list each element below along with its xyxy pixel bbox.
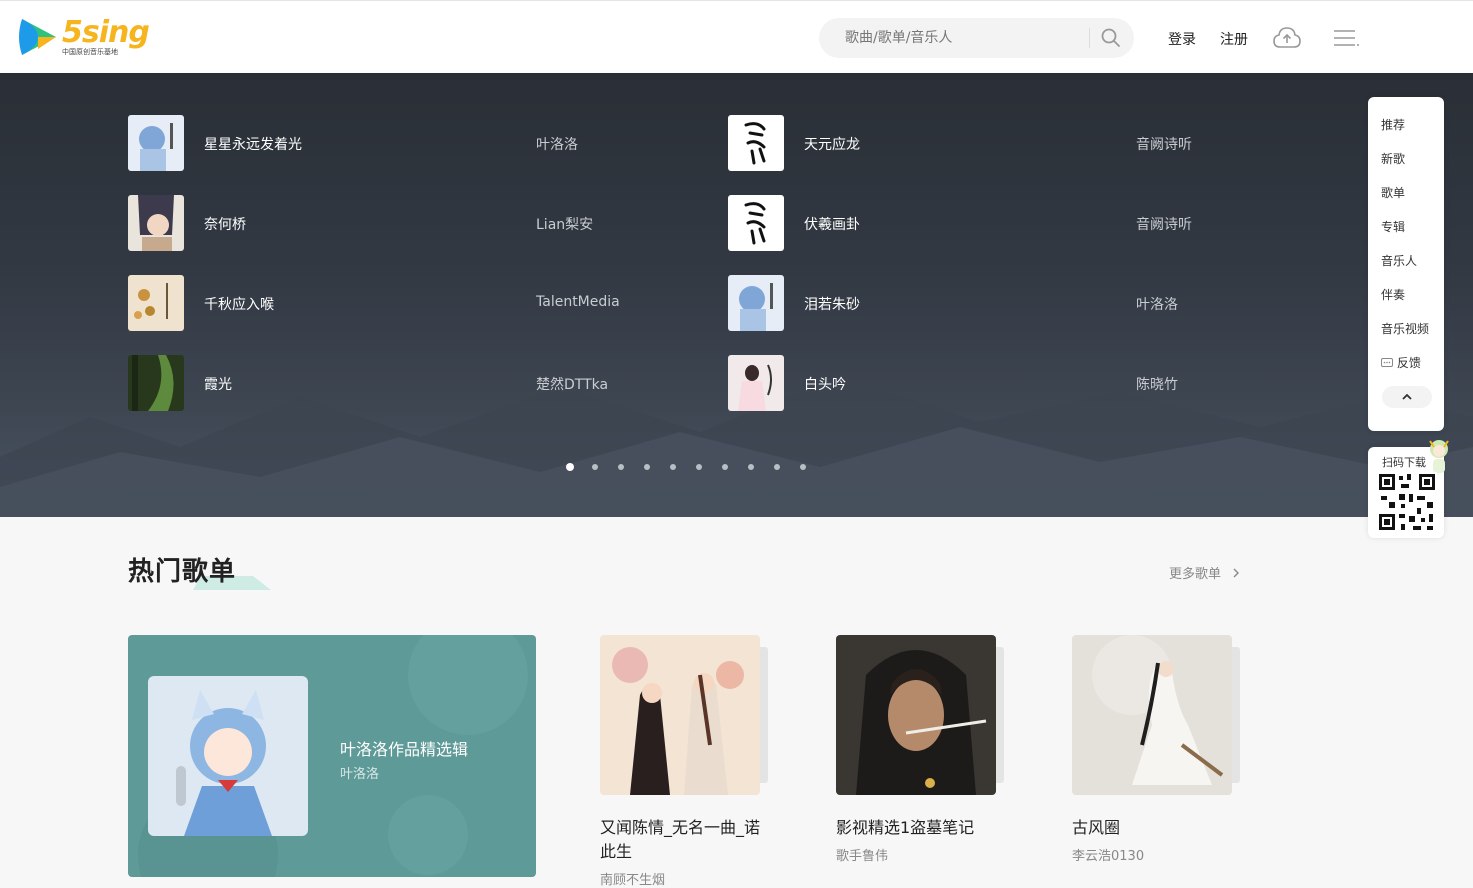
mascot-icon xyxy=(1429,440,1449,473)
playlist-title[interactable]: 影视精选1盗墓笔记 xyxy=(836,816,1006,840)
song-artist[interactable]: 楚然DTTka xyxy=(536,374,608,394)
song-row[interactable]: 泪若朱砂 叶洛洛 xyxy=(728,275,1288,331)
site-logo[interactable]: 5sing 中国原创音乐基地 xyxy=(16,15,150,61)
search-divider xyxy=(1089,28,1090,48)
upload-button[interactable] xyxy=(1272,25,1302,51)
chevron-up-icon xyxy=(1402,393,1412,400)
playlist-author[interactable]: 李云浩0130 xyxy=(1072,845,1144,864)
side-item-recommend[interactable]: 推荐 xyxy=(1381,116,1405,133)
cloud-upload-icon xyxy=(1273,27,1301,48)
playlist-title[interactable]: 又闻陈情_无名一曲_诺此生 xyxy=(600,816,770,864)
qr-download-panel: 扫码下载 xyxy=(1368,440,1449,538)
playlist-author[interactable]: 歌手鲁伟 xyxy=(836,845,888,864)
search-box xyxy=(819,18,1134,58)
featured-playlist-title[interactable]: 叶洛洛作品精选辑 xyxy=(340,736,468,760)
new-songs-banner: 星星永远发着光 叶洛洛 奈何桥 Lian梨安 千秋应入喉 TalentMedia… xyxy=(0,73,1473,517)
song-cover[interactable] xyxy=(128,275,184,331)
feedback-label: 反馈 xyxy=(1396,356,1421,370)
playlist-stack-edge xyxy=(760,647,768,783)
song-row[interactable]: 千秋应入喉 TalentMedia xyxy=(128,275,688,331)
song-row[interactable]: 白头吟 陈晓竹 xyxy=(728,355,1288,411)
song-cover[interactable] xyxy=(728,275,784,331)
login-link[interactable]: 登录 xyxy=(1168,29,1196,49)
side-nav-panel: 推荐 新歌 歌单 专辑 音乐人 伴奏 音乐视频 反馈 xyxy=(1368,97,1444,431)
song-cover[interactable] xyxy=(728,115,784,171)
song-artist[interactable]: 陈晓竹 xyxy=(1136,374,1178,394)
playlist-title[interactable]: 古风圈 xyxy=(1072,816,1242,840)
playlist-cover[interactable] xyxy=(836,635,996,795)
playlist-cover[interactable] xyxy=(1072,635,1232,795)
carousel-dot[interactable] xyxy=(696,464,702,470)
playlist-stack-edge xyxy=(996,647,1004,783)
song-artist[interactable]: 叶洛洛 xyxy=(1136,294,1178,314)
carousel-dot[interactable] xyxy=(748,464,754,470)
song-row[interactable]: 星星永远发着光 叶洛洛 xyxy=(128,115,688,171)
register-link[interactable]: 注册 xyxy=(1220,29,1248,49)
carousel-dot[interactable] xyxy=(774,464,780,470)
song-title[interactable]: 白头吟 xyxy=(804,374,846,394)
search-button[interactable] xyxy=(1099,26,1123,50)
song-row[interactable]: 天元应龙 音阙诗听 xyxy=(728,115,1288,171)
song-title[interactable]: 伏羲画卦 xyxy=(804,214,860,234)
song-row[interactable]: 奈何桥 Lian梨安 xyxy=(128,195,688,251)
section-title-hot-playlists: 热门歌单 xyxy=(128,557,237,587)
playlist-stack-edge xyxy=(1232,647,1240,783)
song-cover[interactable] xyxy=(128,115,184,171)
song-artist[interactable]: 叶洛洛 xyxy=(536,134,578,154)
playlist-author[interactable]: 南顾不生烟 xyxy=(600,869,665,888)
side-item-musicians[interactable]: 音乐人 xyxy=(1381,252,1417,269)
carousel-dot[interactable] xyxy=(800,464,806,470)
song-title[interactable]: 奈何桥 xyxy=(204,214,246,234)
carousel-dot[interactable] xyxy=(670,464,676,470)
carousel-dot[interactable] xyxy=(592,464,598,470)
menu-button[interactable] xyxy=(1333,29,1359,47)
song-title[interactable]: 泪若朱砂 xyxy=(804,294,860,314)
song-cover[interactable] xyxy=(728,195,784,251)
logo-subtitle: 中国原创音乐基地 xyxy=(62,48,118,56)
qr-code-image xyxy=(1377,472,1437,532)
menu-icon xyxy=(1334,30,1359,46)
song-cover[interactable] xyxy=(128,355,184,411)
carousel-dot[interactable] xyxy=(644,464,650,470)
search-input[interactable] xyxy=(845,18,1085,58)
logo-mark-icon xyxy=(19,19,56,55)
side-item-playlists[interactable]: 歌单 xyxy=(1381,184,1405,201)
back-to-top-button[interactable] xyxy=(1382,386,1432,408)
featured-cover[interactable] xyxy=(148,676,308,836)
side-item-feedback[interactable]: 反馈 xyxy=(1381,354,1421,371)
chevron-right-icon xyxy=(1233,568,1240,578)
carousel-dot[interactable] xyxy=(722,464,728,470)
song-cover[interactable] xyxy=(728,355,784,411)
featured-playlist-card[interactable]: 叶洛洛作品精选辑 叶洛洛 xyxy=(128,635,536,877)
more-playlists-label: 更多歌单 xyxy=(1169,567,1222,582)
carousel-dot[interactable] xyxy=(566,463,574,471)
song-artist[interactable]: 音阙诗听 xyxy=(1136,134,1192,154)
side-item-music-video[interactable]: 音乐视频 xyxy=(1381,320,1429,337)
song-row[interactable]: 霞光 楚然DTTka xyxy=(128,355,688,411)
carousel-dot[interactable] xyxy=(618,464,624,470)
search-icon xyxy=(1101,28,1120,47)
song-title[interactable]: 天元应龙 xyxy=(804,134,860,154)
song-artist[interactable]: TalentMedia xyxy=(536,294,620,310)
song-artist[interactable]: 音阙诗听 xyxy=(1136,214,1192,234)
song-title[interactable]: 千秋应入喉 xyxy=(204,294,274,314)
song-title[interactable]: 星星永远发着光 xyxy=(204,134,302,154)
side-item-albums[interactable]: 专辑 xyxy=(1381,218,1405,235)
playlist-cover[interactable] xyxy=(600,635,760,795)
featured-playlist-author[interactable]: 叶洛洛 xyxy=(340,763,379,782)
song-row[interactable]: 伏羲画卦 音阙诗听 xyxy=(728,195,1288,251)
song-title[interactable]: 霞光 xyxy=(204,374,232,394)
site-header: 5sing 中国原创音乐基地 登录 注册 xyxy=(0,0,1473,73)
side-item-accompaniment[interactable]: 伴奏 xyxy=(1381,286,1405,303)
logo-text: 5sing xyxy=(62,15,150,50)
song-artist[interactable]: Lian梨安 xyxy=(536,214,593,234)
qr-label: 扫码下载 xyxy=(1382,456,1426,469)
song-cover[interactable] xyxy=(128,195,184,251)
more-playlists-link[interactable]: 更多歌单 xyxy=(1169,563,1243,582)
side-item-new-songs[interactable]: 新歌 xyxy=(1381,150,1405,167)
feedback-icon xyxy=(1381,358,1393,367)
